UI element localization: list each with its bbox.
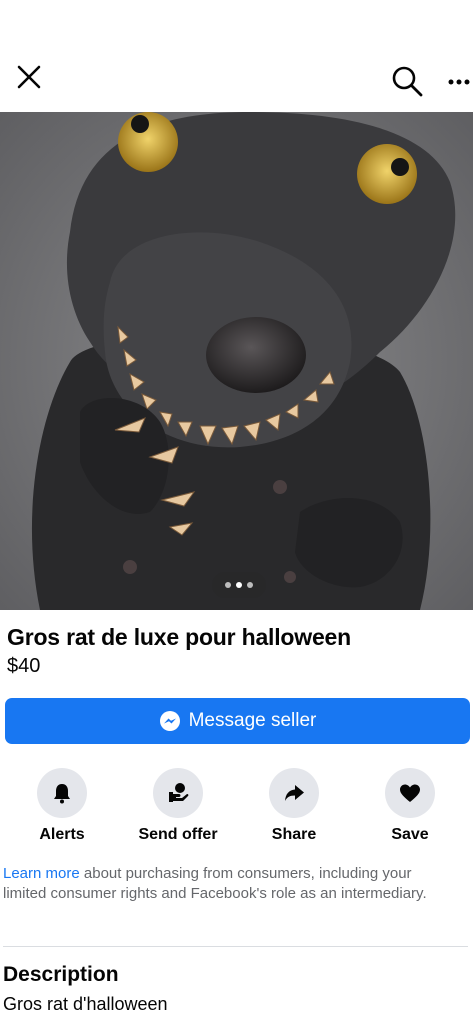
section-divider <box>3 946 468 947</box>
message-seller-label: Message seller <box>188 710 317 731</box>
carousel-dot[interactable] <box>225 582 231 588</box>
alerts-circle <box>37 768 87 818</box>
rat-mask-image <box>0 112 473 610</box>
bell-icon <box>54 784 70 804</box>
message-seller-button[interactable]: Message seller <box>5 698 470 744</box>
share-label: Share <box>271 826 317 843</box>
alerts-label: Alerts <box>39 826 85 843</box>
heart-icon <box>400 784 420 802</box>
description-text: Gros rat d'halloween <box>3 994 168 1014</box>
search-icon <box>392 66 423 97</box>
carousel-indicator <box>212 572 266 598</box>
share-circle <box>269 768 319 818</box>
close-icon <box>17 65 41 89</box>
send-offer-button[interactable]: Send offer <box>123 768 233 844</box>
send-offer-icon <box>169 783 189 802</box>
carousel-dot-active[interactable] <box>236 582 242 588</box>
close-button[interactable] <box>14 62 44 92</box>
save-label: Save <box>391 826 429 843</box>
learn-more-link[interactable]: Learn more <box>3 865 80 882</box>
consumer-info-text: Learn more about purchasing from consume… <box>3 864 443 903</box>
listing-title: Gros rat de luxe pour halloween <box>7 624 351 650</box>
more-options-button[interactable] <box>446 72 473 92</box>
search-button[interactable] <box>390 64 424 98</box>
more-horizontal-icon <box>448 79 470 85</box>
share-button[interactable]: Share <box>239 768 349 844</box>
send-offer-label: Send offer <box>138 826 218 843</box>
carousel-dot[interactable] <box>247 582 253 588</box>
save-circle <box>385 768 435 818</box>
messenger-icon <box>159 711 180 731</box>
send-offer-circle <box>153 768 203 818</box>
top-bar <box>0 0 473 112</box>
listing-price: $40 <box>7 655 41 677</box>
listing-photo[interactable] <box>0 112 473 610</box>
alerts-button[interactable]: Alerts <box>7 768 117 844</box>
share-arrow-icon <box>285 785 304 801</box>
description-heading: Description <box>3 963 119 986</box>
save-button[interactable]: Save <box>355 768 465 844</box>
